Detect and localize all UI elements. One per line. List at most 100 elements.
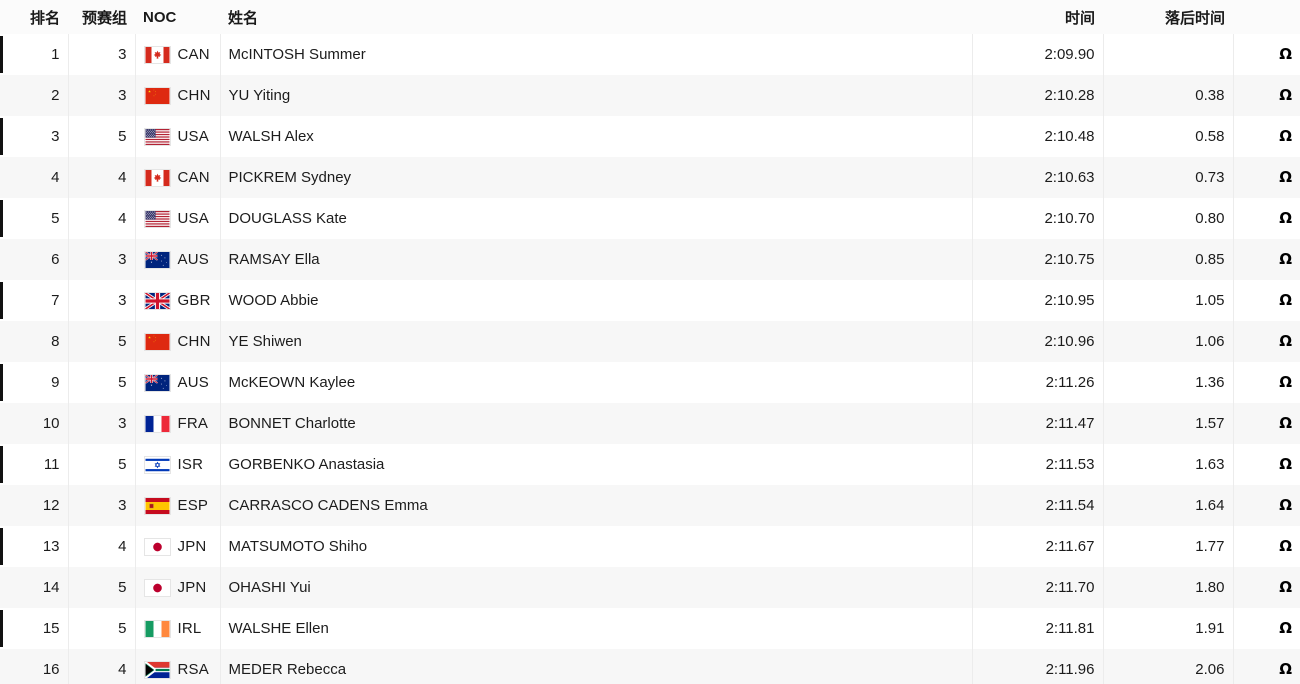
cell-athlete-name[interactable]: DOUGLASS Kate	[220, 198, 973, 239]
cell-omega-timing[interactable]: Ω	[1233, 75, 1300, 116]
cell-gap: 1.06	[1103, 321, 1234, 362]
column-header-name[interactable]: 姓名	[220, 0, 972, 34]
column-header-noc[interactable]: NOC	[135, 0, 220, 34]
noc-code: USA	[177, 128, 209, 145]
table-header: 排名 预赛组 NOC 姓名 时间 落后时间	[0, 0, 1300, 34]
cell-omega-timing[interactable]: Ω	[1233, 362, 1300, 403]
cell-athlete-name[interactable]: RAMSAY Ella	[220, 239, 973, 280]
cell-athlete-name[interactable]: WOOD Abbie	[220, 280, 973, 321]
cell-omega-timing[interactable]: Ω	[1233, 280, 1300, 321]
cell-athlete-name[interactable]: McINTOSH Summer	[220, 34, 973, 75]
cell-rank: 15	[0, 608, 69, 649]
cell-athlete-name[interactable]: BONNET Charlotte	[220, 403, 973, 444]
cell-athlete-name[interactable]: CARRASCO CADENS Emma	[220, 485, 973, 526]
cell-omega-timing[interactable]: Ω	[1233, 157, 1300, 198]
cell-omega-timing[interactable]: Ω	[1233, 198, 1300, 239]
cell-rank: 8	[0, 321, 69, 362]
omega-logo-icon[interactable]: Ω	[1279, 457, 1292, 472]
cell-athlete-name[interactable]: OHASHI Yui	[220, 567, 973, 608]
cell-time: 2:11.47	[972, 403, 1104, 444]
cell-athlete-name[interactable]: McKEOWN Kaylee	[220, 362, 973, 403]
cell-omega-timing[interactable]: Ω	[1233, 403, 1300, 444]
table-row[interactable]: 2 3 CHN YU Yiting 2:10.28 0.38 Ω	[0, 75, 1300, 116]
column-header-rank[interactable]: 排名	[0, 0, 68, 34]
omega-logo-icon[interactable]: Ω	[1279, 375, 1292, 390]
cell-rank: 1	[0, 34, 69, 75]
gap-value: 1.36	[1195, 374, 1225, 391]
omega-logo-icon[interactable]: Ω	[1279, 47, 1292, 62]
cell-omega-timing[interactable]: Ω	[1233, 116, 1300, 157]
rank-value: 7	[51, 292, 60, 309]
column-header-time[interactable]: 时间	[972, 0, 1103, 34]
cell-omega-timing[interactable]: Ω	[1233, 608, 1300, 649]
omega-logo-icon[interactable]: Ω	[1279, 539, 1292, 554]
cell-omega-timing[interactable]: Ω	[1233, 649, 1300, 684]
table-row[interactable]: 10 3 FRA BONNET Charlotte 2:11.47 1.57 Ω	[0, 403, 1300, 444]
cell-omega-timing[interactable]: Ω	[1233, 526, 1300, 567]
omega-logo-icon[interactable]: Ω	[1279, 170, 1292, 185]
time-value: 2:10.28	[1044, 87, 1095, 104]
cell-athlete-name[interactable]: MEDER Rebecca	[220, 649, 973, 684]
time-value: 2:11.70	[1045, 579, 1095, 596]
heat-value: 3	[118, 415, 127, 432]
table-row[interactable]: 14 5 JPN OHASHI Yui 2:11.70 1.80 Ω	[0, 567, 1300, 608]
table-row[interactable]: 8 5 CHN YE Shiwen 2:10.96 1.06 Ω	[0, 321, 1300, 362]
cell-athlete-name[interactable]: MATSUMOTO Shiho	[220, 526, 973, 567]
cell-gap: 1.05	[1103, 280, 1234, 321]
omega-logo-icon[interactable]: Ω	[1279, 252, 1292, 267]
cell-heat: 3	[68, 403, 136, 444]
cell-omega-timing[interactable]: Ω	[1233, 444, 1300, 485]
table-row[interactable]: 11 5 ISR GORBENKO Anastasia 2:11.53 1.63 Ω	[0, 444, 1300, 485]
table-row[interactable]: 3 5 USA WALSH Alex 2:10.48 0.58 Ω	[0, 116, 1300, 157]
athlete-name: WALSHE Ellen	[228, 620, 329, 637]
cell-heat: 5	[68, 608, 136, 649]
cell-omega-timing[interactable]: Ω	[1233, 239, 1300, 280]
column-header-gap[interactable]: 落后时间	[1103, 0, 1233, 34]
omega-logo-icon[interactable]: Ω	[1279, 211, 1292, 226]
table-row[interactable]: 1 3 CAN McINTOSH Summer 2:09.90 Ω	[0, 34, 1300, 75]
table-row[interactable]: 15 5 IRL WALSHE Ellen 2:11.81 1.91 Ω	[0, 608, 1300, 649]
omega-logo-icon[interactable]: Ω	[1279, 88, 1292, 103]
omega-logo-icon[interactable]: Ω	[1279, 621, 1292, 636]
cell-omega-timing[interactable]: Ω	[1233, 321, 1300, 362]
omega-logo-icon[interactable]: Ω	[1279, 662, 1292, 677]
table-row[interactable]: 7 3 GBR WOOD Abbie 2:10.95 1.05 Ω	[0, 280, 1300, 321]
omega-logo-icon[interactable]: Ω	[1279, 293, 1292, 308]
athlete-name: RAMSAY Ella	[228, 251, 320, 268]
cell-noc: USA	[135, 116, 221, 157]
cell-omega-timing[interactable]: Ω	[1233, 34, 1300, 75]
athlete-name: YU Yiting	[228, 87, 291, 104]
cell-heat: 4	[68, 649, 136, 684]
cell-athlete-name[interactable]: YE Shiwen	[220, 321, 973, 362]
omega-logo-icon[interactable]: Ω	[1279, 498, 1292, 513]
column-header-heat[interactable]: 预赛组	[68, 0, 135, 34]
cell-omega-timing[interactable]: Ω	[1233, 567, 1300, 608]
cell-noc: CAN	[135, 157, 221, 198]
rank-value: 10	[42, 415, 60, 432]
omega-logo-icon[interactable]: Ω	[1279, 416, 1292, 431]
cell-gap: 1.64	[1103, 485, 1234, 526]
cell-noc: CAN	[135, 34, 221, 75]
cell-athlete-name[interactable]: PICKREM Sydney	[220, 157, 973, 198]
athlete-name: MEDER Rebecca	[228, 661, 347, 678]
time-value: 2:11.67	[1045, 538, 1095, 555]
table-row[interactable]: 16 4 RSA MEDER Rebecca 2:11.96 2.06 Ω	[0, 649, 1300, 684]
table-row[interactable]: 6 3 AUS RAMSAY Ella 2:10.75 0.85 Ω	[0, 239, 1300, 280]
table-row[interactable]: 13 4 JPN MATSUMOTO Shiho 2:11.67 1.77 Ω	[0, 526, 1300, 567]
cell-heat: 3	[68, 280, 136, 321]
cell-athlete-name[interactable]: YU Yiting	[220, 75, 973, 116]
header-row: 排名 预赛组 NOC 姓名 时间 落后时间	[0, 0, 1300, 34]
table-row[interactable]: 4 4 CAN PICKREM Sydney 2:10.63 0.73 Ω	[0, 157, 1300, 198]
cell-athlete-name[interactable]: GORBENKO Anastasia	[220, 444, 973, 485]
omega-logo-icon[interactable]: Ω	[1279, 580, 1292, 595]
omega-logo-icon[interactable]: Ω	[1279, 334, 1292, 349]
table-row[interactable]: 5 4 USA DOUGLASS Kate 2:10.70 0.80 Ω	[0, 198, 1300, 239]
cell-athlete-name[interactable]: WALSH Alex	[220, 116, 973, 157]
cell-omega-timing[interactable]: Ω	[1233, 485, 1300, 526]
cell-athlete-name[interactable]: WALSHE Ellen	[220, 608, 973, 649]
athlete-name: McKEOWN Kaylee	[228, 374, 356, 391]
table-row[interactable]: 12 3 ESP CARRASCO CADENS Emma 2:11.54 1.64 Ω	[0, 485, 1300, 526]
omega-logo-icon[interactable]: Ω	[1279, 129, 1292, 144]
table-row[interactable]: 9 5 AUS McKEOWN Kaylee 2:11.26 1.36 Ω	[0, 362, 1300, 403]
cell-time: 2:10.48	[972, 116, 1104, 157]
